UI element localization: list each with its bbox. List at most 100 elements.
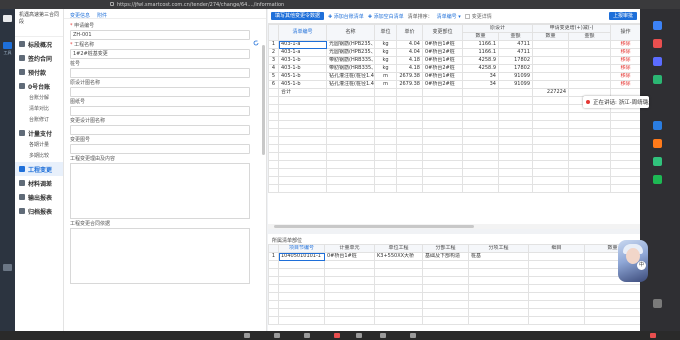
nav-icon [19, 69, 25, 75]
chat-icon[interactable] [380, 333, 386, 338]
empty-cell [268, 300, 279, 309]
end-call-icon[interactable] [650, 333, 656, 338]
video-avatar[interactable]: 中 [618, 240, 648, 282]
add-bill-button[interactable]: ✚ 添加台账清单 [328, 13, 364, 20]
empty-cell [422, 136, 463, 145]
app-icon[interactable] [653, 121, 662, 130]
nav-subitem[interactable]: 清单对比 [15, 104, 63, 115]
settings-icon[interactable] [653, 299, 662, 308]
table-row[interactable]: 6405-1-b钻孔灌注桩(桩径1.4m)m2679.380#桥台2#桩3491… [268, 80, 642, 89]
apps-icon[interactable] [410, 333, 416, 338]
nav-item[interactable]: 归档报表 [15, 204, 63, 218]
empty-cell [610, 136, 642, 145]
unit-cell: m [374, 80, 397, 89]
measure-unit-cell: 0#桥台1#桩 [324, 252, 375, 261]
app-icon[interactable] [653, 157, 662, 166]
code-cell[interactable]: 403-1-b [278, 64, 327, 73]
scroll-thumb[interactable] [274, 225, 474, 228]
nav-item[interactable]: 工程变更 [15, 162, 63, 176]
nav-item[interactable]: 签约合同 [15, 51, 63, 65]
remove-link[interactable]: 移除 [610, 40, 642, 49]
project-icon[interactable] [3, 42, 12, 49]
participants-icon[interactable] [356, 333, 362, 338]
nav-item[interactable]: 标段概况 [15, 37, 63, 51]
nav-item[interactable]: 预付款 [15, 65, 63, 79]
nav-item[interactable]: 0号台账 [15, 79, 63, 93]
empty-cell [396, 88, 423, 97]
orig-qty-cell: 1166.1 [462, 48, 499, 57]
code-cell[interactable]: 405-1-b [278, 72, 327, 81]
row-number: 1 [268, 252, 279, 261]
sort-select[interactable]: 清单编号 ▾ [437, 13, 461, 20]
import-other-change-button[interactable]: 填写其他变更令数据 [271, 12, 325, 20]
empty-cell [374, 112, 397, 121]
empty-cell [374, 300, 423, 309]
tab-attachments[interactable]: 附件 [97, 12, 107, 19]
table-row[interactable]: 3403-1-b带肋钢筋(HRB335、HRB400)kg4.180#桥台1#桩… [268, 56, 642, 65]
app-icon[interactable] [653, 57, 662, 66]
nav-subitem[interactable]: 多期比较 [15, 151, 63, 162]
app-icon[interactable] [653, 175, 662, 184]
app-icon[interactable] [653, 21, 662, 30]
price-cell: 4.18 [396, 64, 423, 73]
add-blank-bill-button[interactable]: ✚ 添加空白清单 [368, 13, 404, 20]
menu-icon[interactable] [3, 15, 12, 22]
location-row[interactable]: 1 10405010101-1 0#桥台1#桩 K3+550XX大桥 基础及下部构造 桩基… [268, 252, 641, 261]
col-code[interactable]: 清单编号 [278, 24, 327, 41]
field-input[interactable] [70, 106, 250, 116]
basis-textarea[interactable] [70, 228, 250, 284]
nav-subitem[interactable]: 台账分解 [15, 93, 63, 104]
nav-subitem[interactable]: 各期计量 [15, 140, 63, 151]
code-cell[interactable]: 403-1-a [278, 40, 327, 49]
field-input[interactable] [70, 125, 250, 135]
empty-cell [497, 96, 534, 105]
record-icon[interactable] [334, 333, 340, 338]
field-input[interactable] [70, 144, 250, 154]
nav-item[interactable]: 输出报表 [15, 190, 63, 204]
field-input[interactable]: 1#2#桩基变更 [70, 49, 250, 59]
nav-subitem[interactable]: 台账修订 [15, 115, 63, 126]
mic-icon[interactable] [244, 333, 250, 338]
settings-icon[interactable] [3, 264, 12, 271]
price-cell: 4.04 [396, 40, 423, 49]
remove-link[interactable]: 移除 [610, 72, 642, 81]
app-icon[interactable] [653, 75, 662, 84]
camera-icon[interactable] [274, 333, 280, 338]
detail-checkbox[interactable]: 变更详情 [464, 13, 492, 20]
unit-cell: kg [374, 56, 397, 65]
remove-link[interactable]: 移除 [610, 80, 642, 89]
code-cell[interactable]: 403-1-b [278, 56, 327, 65]
empty-cell [568, 144, 612, 153]
empty-cell [422, 300, 469, 309]
field-input[interactable] [70, 87, 250, 97]
form-scrollbar[interactable] [262, 45, 265, 155]
table-row[interactable]: 5405-1-b钻孔灌注桩(桩径1.4m)m2679.380#桥台1#桩3491… [268, 72, 642, 81]
remove-link[interactable]: 移除 [610, 64, 642, 73]
browser-url[interactable]: https://jfwl.smartcost.com.cn/tender/274… [110, 2, 284, 8]
field-input[interactable] [70, 68, 250, 78]
remove-link[interactable]: 移除 [610, 56, 642, 65]
change-info-form: 变更信息 附件 * 申请编号 ZH-001 * 工程名称 1#2#桩基变更 桩号 原设计图… [64, 9, 267, 331]
table-row[interactable]: 4403-1-b带肋钢筋(HRB335、HRB400)kg4.180#桥台2#桩… [268, 64, 642, 73]
content-textarea[interactable] [70, 163, 250, 219]
table-row[interactable]: 2403-1-a光圆钢筋(HPB235、HPB300)kg4.040#桥台2#桩… [268, 48, 642, 57]
empty-cell [326, 88, 375, 97]
remove-link[interactable]: 移除 [610, 48, 642, 57]
submit-approval-button[interactable]: 上报审批 [608, 12, 637, 20]
nav-item[interactable]: 计量支付 [15, 126, 63, 140]
tab-change-info[interactable]: 变更信息 [70, 12, 90, 19]
col-change-qty: 数量 [532, 32, 570, 41]
empty-cell [374, 276, 423, 285]
app-icon[interactable] [653, 139, 662, 148]
code-cell[interactable]: 405-1-b [278, 80, 327, 89]
field-input[interactable]: ZH-001 [70, 30, 250, 40]
nav-item[interactable]: 材料调差 [15, 176, 63, 190]
share-screen-icon[interactable] [304, 333, 310, 338]
horizontal-scrollbar[interactable] [268, 224, 640, 229]
table-row[interactable]: 1403-1-a光圆钢筋(HPB235、HPB300)kg4.040#桥台1#桩… [268, 40, 642, 49]
orig-qty-cell: 34 [462, 80, 499, 89]
empty-row [268, 308, 641, 317]
code-cell[interactable]: 403-1-a [278, 48, 327, 57]
app-icon[interactable] [653, 39, 662, 48]
location-col-header[interactable]: 项目节编号 [278, 244, 325, 253]
